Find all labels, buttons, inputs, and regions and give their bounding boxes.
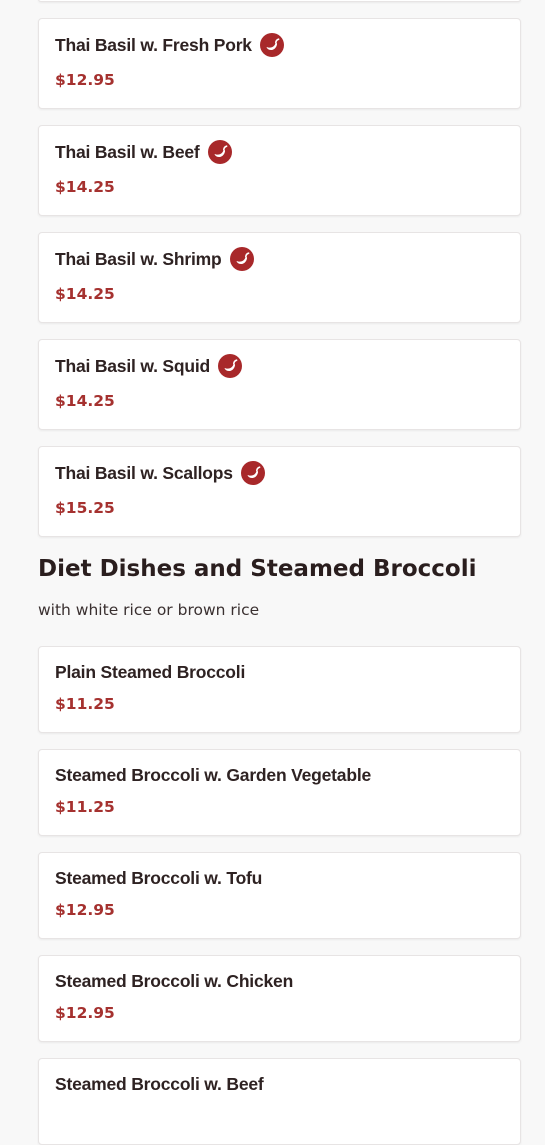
chili-pepper-icon [229, 247, 254, 271]
menu-item-name: Steamed Broccoli w. Beef [55, 1073, 264, 1094]
menu-item-card-partial[interactable] [38, 0, 521, 2]
menu-item-price: $14.25 [55, 392, 115, 410]
chili-pepper-icon [259, 33, 284, 57]
menu-item-name: Steamed Broccoli w. Tofu [55, 867, 263, 888]
chili-pepper-icon [218, 354, 243, 378]
menu-item-name: Thai Basil w. Fresh Pork [55, 34, 252, 55]
menu-item-price: $11.25 [55, 695, 115, 713]
chili-pepper-icon [240, 461, 265, 485]
menu-item-name: Thai Basil w. Squid [55, 355, 211, 376]
chili-pepper-icon [207, 140, 232, 164]
menu-item-card[interactable]: Steamed Broccoli w. Tofu $12.95 [38, 852, 521, 939]
menu-item-price: $11.25 [55, 798, 115, 816]
menu-item-name: Steamed Broccoli w. Chicken [55, 970, 294, 991]
menu-item-name: Steamed Broccoli w. Garden Vegetable [55, 764, 372, 785]
menu-page: Thai Basil w. Fresh Pork $12.95 Thai Bas… [38, 0, 521, 1145]
menu-item-card[interactable]: Steamed Broccoli w. Beef [38, 1058, 521, 1145]
menu-item-name: Thai Basil w. Beef [55, 141, 200, 162]
menu-item-price: $14.25 [55, 178, 115, 196]
section-title: Diet Dishes and Steamed Broccoli [38, 556, 477, 582]
menu-item-name: Thai Basil w. Shrimp [55, 248, 222, 269]
menu-item-card[interactable]: Thai Basil w. Beef $14.25 [38, 125, 521, 216]
menu-item-card[interactable]: Thai Basil w. Scallops $15.25 [38, 446, 521, 537]
menu-item-price: $12.95 [55, 901, 115, 919]
menu-item-card[interactable]: Thai Basil w. Shrimp $14.25 [38, 232, 521, 323]
menu-item-card[interactable]: Thai Basil w. Squid $14.25 [38, 339, 521, 430]
menu-item-name: Plain Steamed Broccoli [55, 661, 246, 682]
menu-item-price: $12.95 [55, 1004, 115, 1022]
section-subtitle: with white rice or brown rice [38, 601, 260, 619]
menu-item-name: Thai Basil w. Scallops [55, 462, 233, 483]
menu-item-card[interactable]: Steamed Broccoli w. Chicken $12.95 [38, 955, 521, 1042]
menu-item-price: $15.25 [55, 499, 115, 517]
menu-item-card[interactable]: Thai Basil w. Fresh Pork $12.95 [38, 18, 521, 109]
menu-item-card[interactable]: Plain Steamed Broccoli $11.25 [38, 646, 521, 733]
menu-item-price: $14.25 [55, 285, 115, 303]
menu-item-card[interactable]: Steamed Broccoli w. Garden Vegetable $11… [38, 749, 521, 836]
menu-item-price: $12.95 [55, 71, 115, 89]
